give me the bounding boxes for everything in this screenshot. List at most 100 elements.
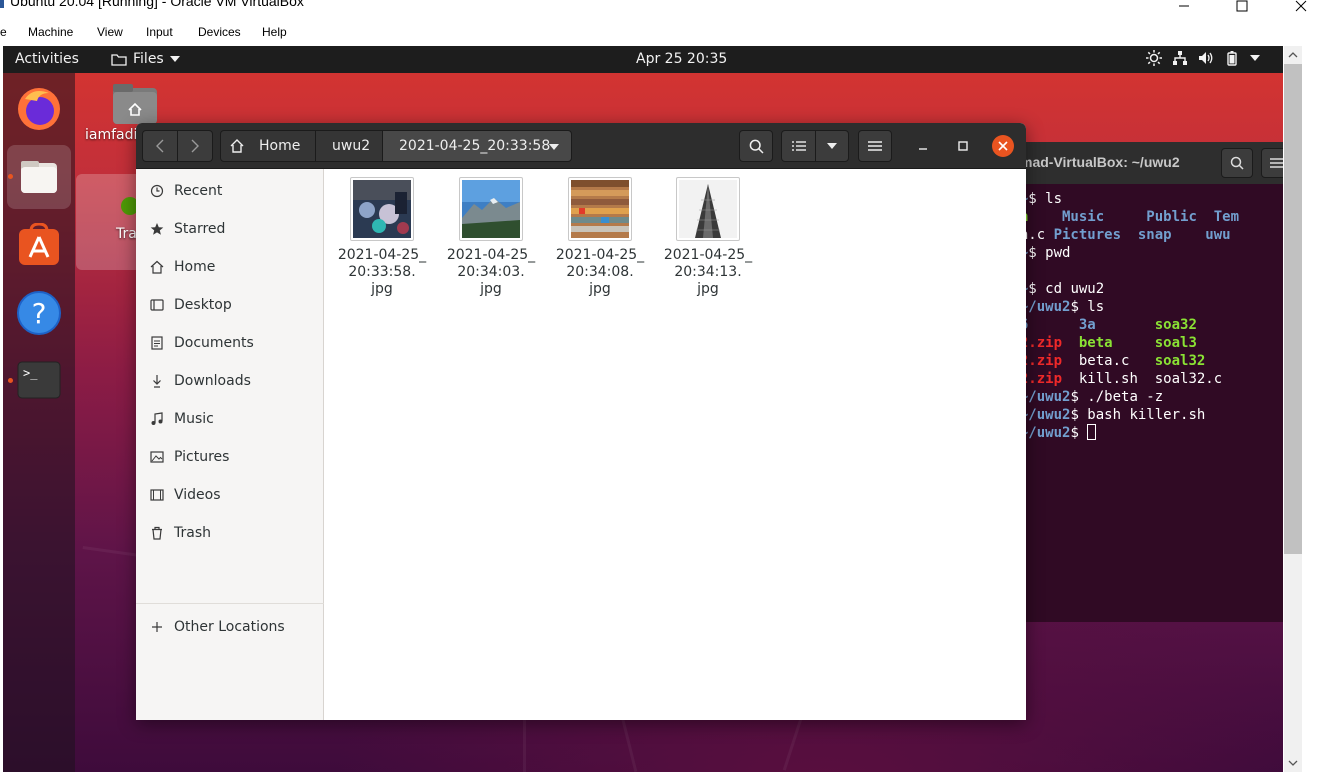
sidebar-item-music[interactable]: Music <box>136 401 323 437</box>
sidebar-item-documents[interactable]: Documents <box>136 325 323 361</box>
music-icon <box>149 411 165 427</box>
maximize-icon <box>958 141 968 151</box>
terminal-output[interactable]: x:~$ lsoba Music Public Temoba.c Picture… <box>1003 190 1239 442</box>
host-scrollbar-thumb[interactable] <box>1284 64 1302 554</box>
svg-text:>_: >_ <box>23 366 38 380</box>
desktop-home-folder[interactable] <box>111 82 159 126</box>
sidebar-label: Starred <box>174 221 226 237</box>
terminal-line: :22.zip beta.c soal32 <box>1003 352 1239 370</box>
close-window-button[interactable] <box>1278 0 1318 18</box>
search-button[interactable] <box>739 130 773 162</box>
folder-icon <box>111 53 127 66</box>
terminal-line: x:~$ cd uwu2 <box>1003 280 1239 298</box>
app-menu-label: Files <box>133 51 164 67</box>
home-folder-icon <box>113 84 157 124</box>
breadcrumb-current[interactable]: 2021-04-25_20:33:58 <box>382 130 572 162</box>
sidebar-label: Desktop <box>174 297 232 313</box>
sidebar-label: Home <box>174 259 216 275</box>
terminal-line: :36 3a soa32 <box>1003 316 1239 334</box>
terminal-menu-button[interactable] <box>1261 148 1283 178</box>
breadcrumb-uwu2[interactable]: uwu2 <box>315 130 383 162</box>
terminal-text: snap <box>1121 227 1189 243</box>
dock-files[interactable] <box>7 145 71 209</box>
plus-icon <box>149 619 165 635</box>
file-name: 2021-04-25_ 20:34:08. jpg <box>555 247 645 297</box>
sidebar-label: Pictures <box>174 449 230 465</box>
dock-firefox[interactable] <box>7 77 71 141</box>
menu-machine[interactable]: Machine <box>28 25 73 39</box>
home-icon <box>230 139 244 153</box>
terminal-icon: >_ <box>17 361 61 399</box>
back-button[interactable] <box>142 130 178 162</box>
scroll-up-icon[interactable] <box>1284 48 1302 62</box>
menu-input[interactable]: Input <box>146 25 173 39</box>
desktop-trash[interactable]: Tra <box>76 174 142 270</box>
sidebar-item-other-locations[interactable]: Other Locations <box>136 609 323 645</box>
sidebar-item-desktop[interactable]: Desktop <box>136 287 323 323</box>
terminal-line: :02.zip kill.sh soal32.c <box>1003 370 1239 388</box>
menu-file-fragment[interactable]: e <box>0 25 7 39</box>
help-icon: ? <box>17 291 61 335</box>
sidebar-item-home[interactable]: Home <box>136 249 323 285</box>
breadcrumb-label: 2021-04-25_20:33:58 <box>399 138 551 154</box>
sidebar-label: Other Locations <box>174 619 285 635</box>
svg-text:?: ? <box>32 297 47 330</box>
file-name: 2021-04-25_ 20:33:58. jpg <box>337 247 427 297</box>
terminal-text: Public <box>1121 209 1197 225</box>
list-view-icon <box>791 141 806 151</box>
menu-view[interactable]: View <box>97 25 123 39</box>
places-sidebar: Recent Starred Home Desktop Documents Do… <box>136 169 324 720</box>
maximize-button[interactable] <box>1219 0 1265 18</box>
maximize-icon <box>1236 0 1248 12</box>
menu-devices[interactable]: Devices <box>198 25 241 39</box>
dock-software[interactable] <box>7 213 71 277</box>
file-grid[interactable]: 2021-04-25_ 20:33:58. jpg 2021-04-25_ 20… <box>325 169 1026 720</box>
app-menu-button[interactable]: Files <box>111 51 180 67</box>
terminal-window[interactable]: mad-VirtualBox: ~/uwu2 x:~$ lsoba Music … <box>1003 142 1283 622</box>
brightness-icon <box>1146 50 1162 66</box>
minimize-button[interactable] <box>1161 0 1207 18</box>
terminal-text: soal32 <box>1146 353 1206 369</box>
sidebar-item-pictures[interactable]: Pictures <box>136 439 323 475</box>
window-minimize-button[interactable] <box>911 130 935 162</box>
terminal-cursor <box>1087 424 1097 440</box>
sidebar-item-recent[interactable]: Recent <box>136 173 323 209</box>
running-indicator <box>8 174 13 179</box>
menu-help[interactable]: Help <box>262 25 287 39</box>
forward-button[interactable] <box>177 130 213 162</box>
sidebar-item-downloads[interactable]: Downloads <box>136 363 323 399</box>
sidebar-label: Videos <box>174 487 221 503</box>
software-store-icon <box>19 223 59 265</box>
sidebar-item-trash[interactable]: Trash <box>136 515 323 551</box>
network-icon <box>1173 51 1187 65</box>
search-icon <box>1230 156 1244 170</box>
terminal-text: ~/uwu2 <box>1019 389 1071 405</box>
sidebar-item-videos[interactable]: Videos <box>136 477 323 513</box>
download-icon <box>149 373 165 389</box>
sidebar-label: Downloads <box>174 373 251 389</box>
vbox-window-title: Ubuntu 20.04 [Running] - Oracle VM Virtu… <box>10 0 304 9</box>
terminal-line: x:~/uwu2$ bash killer.sh <box>1003 406 1239 424</box>
terminal-search-button[interactable] <box>1221 148 1253 178</box>
view-options-button[interactable] <box>815 130 849 162</box>
clock[interactable]: Apr 25 20:35 <box>636 51 727 67</box>
window-maximize-button[interactable] <box>951 130 975 162</box>
main-menu-button[interactable] <box>858 130 892 162</box>
terminal-line: oba Music Public Tem <box>1003 208 1239 226</box>
running-indicator <box>8 378 13 383</box>
volume-icon <box>1199 52 1213 64</box>
view-toggle-button[interactable] <box>781 130 816 162</box>
breadcrumb-home[interactable]: Home <box>220 130 316 162</box>
sidebar-label: Trash <box>174 525 211 541</box>
terminal-line: :42.zip beta soal3 <box>1003 334 1239 352</box>
files-icon <box>21 161 57 193</box>
activities-button[interactable]: Activities <box>15 51 79 67</box>
scroll-down-icon[interactable] <box>1284 756 1302 770</box>
battery-icon <box>1227 51 1237 66</box>
sidebar-item-starred[interactable]: Starred <box>136 211 323 247</box>
dock-terminal[interactable]: >_ <box>7 348 71 412</box>
chevron-down-icon <box>1250 55 1260 61</box>
window-close-button[interactable] <box>992 135 1014 157</box>
system-tray[interactable] <box>1146 50 1260 66</box>
dock-help[interactable]: ? <box>7 281 71 345</box>
